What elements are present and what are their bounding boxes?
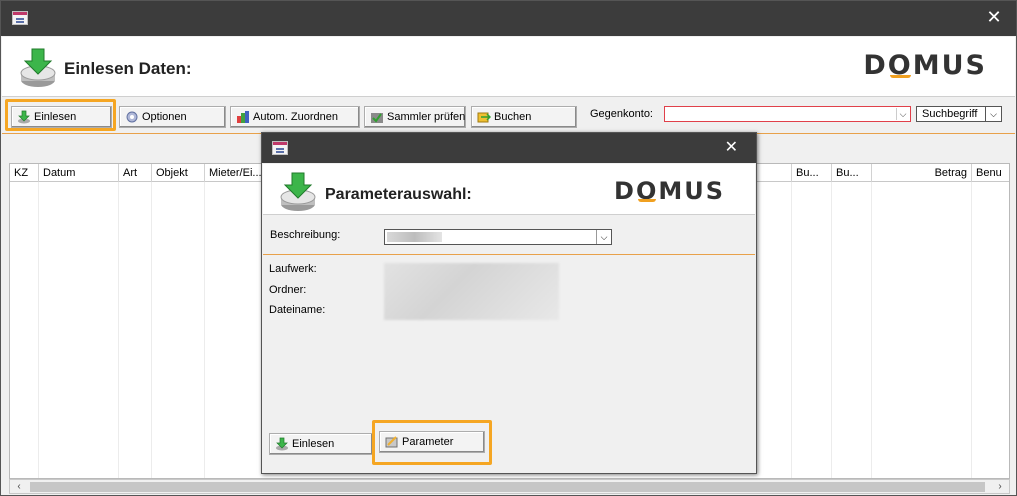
einlesen-button[interactable]: Einlesen: [11, 106, 112, 128]
grid-column-divider: [791, 182, 792, 478]
parameter-dialog: ✕ Parameterauswahl: DOMUS Beschreibung: …: [261, 132, 757, 474]
grid-column-divider: [871, 182, 872, 478]
dialog-title: Parameterauswahl:: [325, 186, 472, 203]
grid-column-divider: [831, 182, 832, 478]
grid-column-divider: [971, 182, 972, 478]
download-arrow-icon: [17, 110, 31, 124]
dialog-einlesen-button[interactable]: Einlesen: [269, 433, 373, 455]
download-arrow-icon: [279, 171, 317, 213]
gear-icon: [126, 111, 138, 123]
column-header-bu1[interactable]: Bu...: [792, 164, 832, 182]
dialog-titlebar: ✕: [262, 133, 756, 163]
sammler-pruefen-button[interactable]: Sammler prüfen: [364, 106, 466, 128]
app-form-icon: [272, 141, 288, 155]
main-header: Einlesen Daten: DOMUS: [2, 37, 1015, 97]
check-folder-icon: [371, 113, 383, 123]
path-values-redacted: [384, 263, 559, 320]
chevron-down-icon[interactable]: ⌵: [985, 107, 1001, 121]
book-entry-icon: [477, 112, 491, 123]
app-form-icon: [12, 11, 28, 25]
column-header-datum[interactable]: Datum: [39, 164, 119, 182]
main-titlebar: ✕: [1, 1, 1016, 36]
column-header-betrag[interactable]: Betrag: [872, 164, 972, 182]
column-header-art[interactable]: Art: [119, 164, 152, 182]
grid-column-divider: [204, 182, 205, 478]
parameter-button[interactable]: Parameter: [379, 431, 485, 453]
buchen-button[interactable]: Buchen: [471, 106, 577, 128]
optionen-button[interactable]: Optionen: [119, 106, 226, 128]
beschreibung-combo[interactable]: ⌵: [384, 229, 612, 245]
toolbar: Einlesen Optionen Autom. Zuordnen Sammle…: [2, 98, 1015, 134]
download-arrow-icon: [275, 437, 289, 451]
beschreibung-label: Beschreibung:: [270, 229, 341, 241]
chevron-down-icon[interactable]: ⌵: [896, 108, 909, 120]
parameter-icon: [385, 436, 398, 448]
main-close-button[interactable]: ✕: [986, 9, 1002, 27]
autom-zuordnen-button[interactable]: Autom. Zuordnen: [230, 106, 360, 128]
scroll-right-icon[interactable]: ›: [992, 480, 1008, 493]
chevron-down-icon[interactable]: ⌵: [596, 230, 611, 244]
suchbegriff-value: Suchbegriff: [922, 108, 978, 120]
gegenkonto-label: Gegenkonto:: [590, 108, 653, 120]
page-title: Einlesen Daten:: [64, 59, 192, 78]
scroll-left-icon[interactable]: ‹: [11, 480, 27, 493]
ordner-label: Ordner:: [269, 284, 307, 296]
dateiname-label: Dateiname:: [269, 304, 326, 316]
suchbegriff-combo[interactable]: Suchbegriff ⌵: [916, 106, 1002, 122]
domus-logo: DOMUS: [614, 177, 725, 205]
grid-column-divider: [38, 182, 39, 478]
dialog-separator: [263, 254, 755, 255]
column-header-benu[interactable]: Benu: [972, 164, 1009, 182]
domus-logo: DOMUS: [863, 50, 987, 81]
beschreibung-value-redacted: [387, 232, 442, 242]
column-header-kz[interactable]: KZ: [10, 164, 39, 182]
grid-column-divider: [118, 182, 119, 478]
grid-column-divider: [151, 182, 152, 478]
auto-assign-icon: [237, 111, 249, 123]
horizontal-scrollbar[interactable]: ‹ ›: [9, 479, 1010, 494]
scrollbar-thumb[interactable]: [30, 482, 985, 492]
column-header-bu2[interactable]: Bu...: [832, 164, 872, 182]
dialog-close-button[interactable]: ✕: [725, 139, 738, 155]
download-arrow-icon: [19, 47, 57, 89]
column-header-objekt[interactable]: Objekt: [152, 164, 205, 182]
gegenkonto-combo[interactable]: ⌵: [664, 106, 911, 122]
dialog-header: Parameterauswahl: DOMUS: [263, 164, 755, 215]
laufwerk-label: Laufwerk:: [269, 263, 317, 275]
